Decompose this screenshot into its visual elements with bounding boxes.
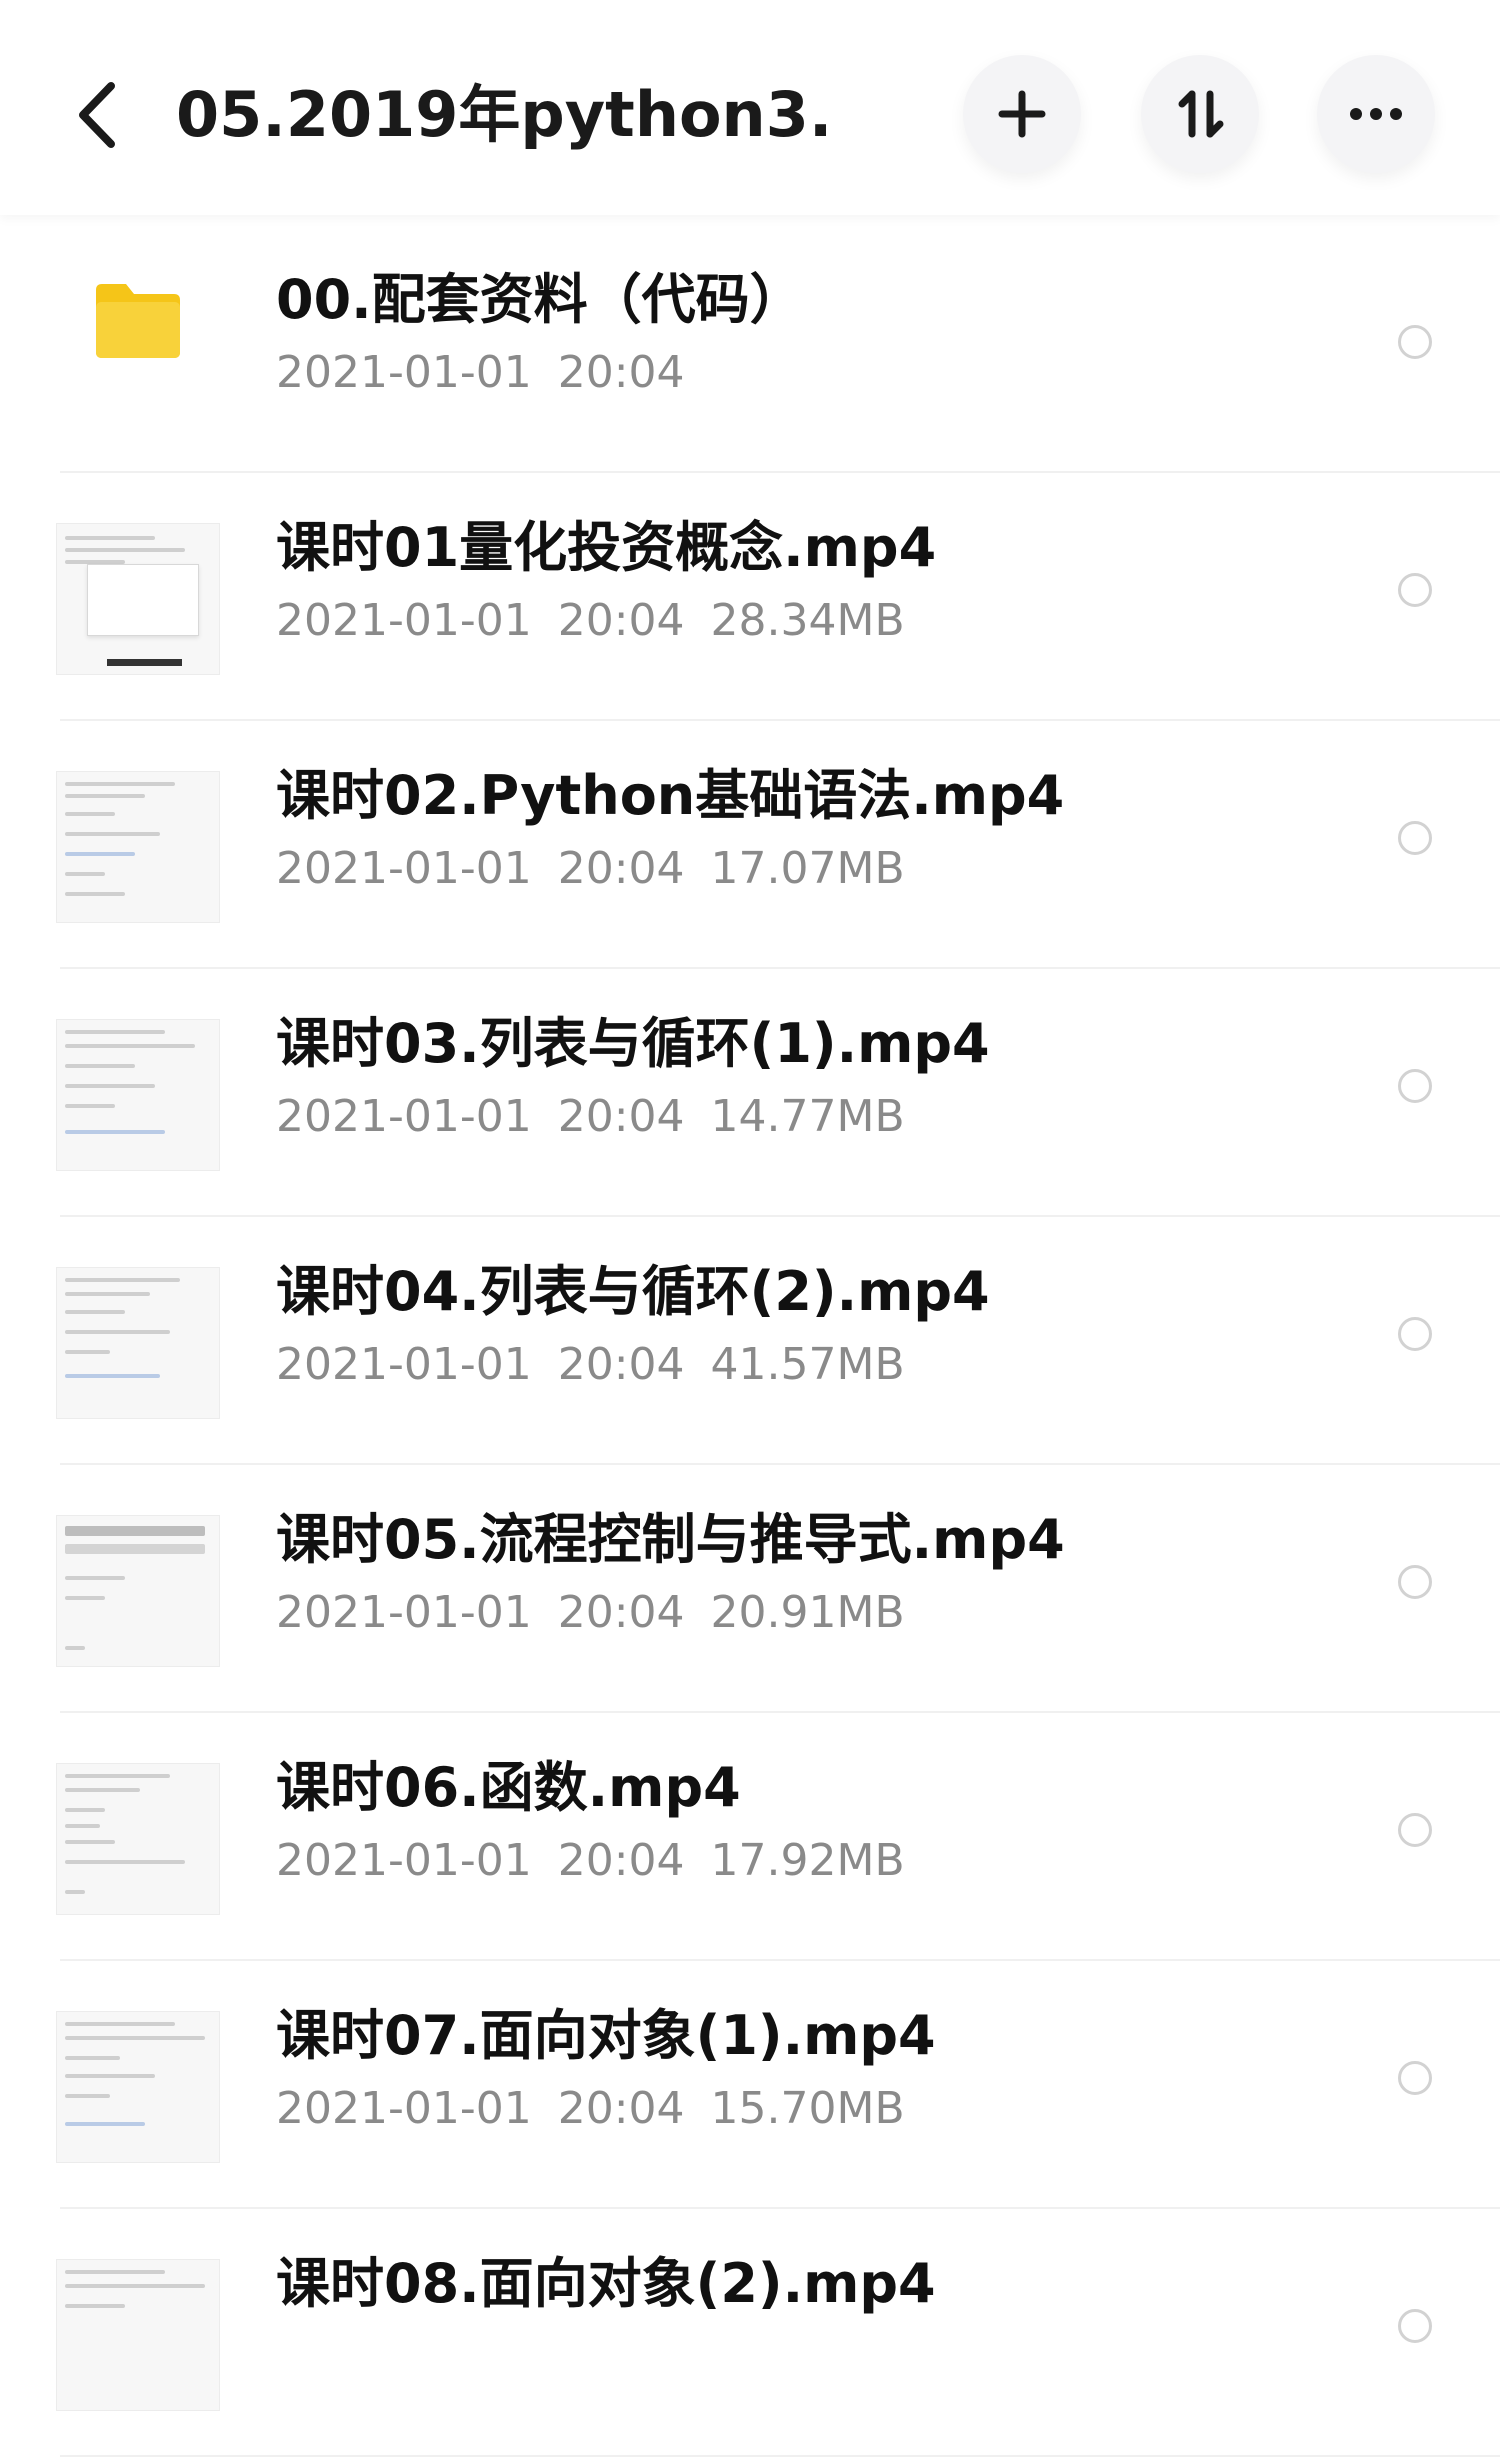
file-name: 课时08.面向对象(2).mp4: [276, 2252, 936, 2315]
file-date: 2021-01-01: [276, 1091, 532, 1142]
file-size: 20.91MB: [710, 1587, 905, 1638]
file-size: 17.07MB: [710, 843, 905, 894]
select-radio[interactable]: [1398, 821, 1432, 855]
file-meta: 2021-01-01 20:04 14.77MB: [276, 1087, 931, 1147]
list-item[interactable]: 00.配套资料（代码） 2021-01-01 20:04: [0, 225, 1500, 473]
file-meta: 2021-01-01 20:04 15.70MB: [276, 2079, 931, 2139]
file-date: 2021-01-01: [276, 595, 532, 646]
file-name: 课时06.函数.mp4: [276, 1756, 741, 1819]
select-radio[interactable]: [1398, 1813, 1432, 1847]
video-thumbnail: [56, 771, 220, 923]
select-radio[interactable]: [1398, 325, 1432, 359]
file-time: 20:04: [557, 347, 685, 398]
plus-icon: [998, 90, 1046, 138]
video-thumbnail: [56, 2259, 220, 2411]
video-thumbnail: [56, 1763, 220, 1915]
video-thumbnail: [56, 1515, 220, 1667]
sort-button[interactable]: [1141, 55, 1259, 173]
folder-icon: [96, 284, 180, 358]
select-radio[interactable]: [1398, 1565, 1432, 1599]
file-name: 课时03.列表与循环(1).mp4: [276, 1012, 990, 1075]
back-button[interactable]: [62, 70, 132, 160]
file-meta: 2021-01-01 20:04 20.91MB: [276, 1583, 931, 1643]
file-name: 课时01量化投资概念.mp4: [276, 516, 937, 579]
file-meta: 2021-01-01 20:04 41.57MB: [276, 1335, 931, 1395]
file-date: 2021-01-01: [276, 843, 532, 894]
file-time: 20:04: [557, 1091, 685, 1142]
video-thumbnail: [56, 1267, 220, 1419]
file-size: 17.92MB: [710, 1835, 905, 1886]
file-list: 00.配套资料（代码） 2021-01-01 20:04 课时01量化投资概念.m…: [0, 225, 1500, 2457]
file-size: 28.34MB: [710, 595, 905, 646]
select-radio[interactable]: [1398, 2309, 1432, 2343]
select-radio[interactable]: [1398, 573, 1432, 607]
sort-icon: [1178, 90, 1224, 138]
top-bar: 05.2019年python3....: [0, 0, 1500, 215]
list-item[interactable]: 课时08.面向对象(2).mp4: [0, 2209, 1500, 2457]
video-thumbnail: [56, 1019, 220, 1171]
file-time: 20:04: [557, 1339, 685, 1390]
folder-title: 05.2019年python3....: [176, 78, 826, 151]
file-date: 2021-01-01: [276, 1835, 532, 1886]
video-thumbnail: [56, 2011, 220, 2163]
file-time: 20:04: [557, 1587, 685, 1638]
list-item[interactable]: 课时06.函数.mp4 2021-01-01 20:04 17.92MB: [0, 1713, 1500, 1961]
file-date: 2021-01-01: [276, 1339, 532, 1390]
file-date: 2021-01-01: [276, 1587, 532, 1638]
file-time: 20:04: [557, 2083, 685, 2134]
file-meta: 2021-01-01 20:04 17.92MB: [276, 1831, 931, 1891]
file-size: 14.77MB: [710, 1091, 905, 1142]
back-arrow-icon: [79, 82, 115, 148]
more-dots-icon: [1350, 108, 1402, 120]
list-item[interactable]: 课时05.流程控制与推导式.mp4 2021-01-01 20:04 20.91MB: [0, 1465, 1500, 1713]
file-name: 00.配套资料（代码）: [276, 268, 804, 331]
file-size: 41.57MB: [710, 1339, 905, 1390]
file-meta: 2021-01-01 20:04 17.07MB: [276, 839, 931, 899]
list-item[interactable]: 课时07.面向对象(1).mp4 2021-01-01 20:04 15.70MB: [0, 1961, 1500, 2209]
list-item[interactable]: 课时03.列表与循环(1).mp4 2021-01-01 20:04 14.77MB: [0, 969, 1500, 1217]
more-button[interactable]: [1317, 55, 1435, 173]
select-radio[interactable]: [1398, 1317, 1432, 1351]
file-name: 课时02.Python基础语法.mp4: [276, 764, 1065, 827]
select-radio[interactable]: [1398, 2061, 1432, 2095]
file-date: 2021-01-01: [276, 2083, 532, 2134]
file-name: 课时04.列表与循环(2).mp4: [276, 1260, 990, 1323]
file-time: 20:04: [557, 1835, 685, 1886]
file-date: 2021-01-01: [276, 347, 532, 398]
select-radio[interactable]: [1398, 1069, 1432, 1103]
list-item[interactable]: 课时04.列表与循环(2).mp4 2021-01-01 20:04 41.57MB: [0, 1217, 1500, 1465]
file-time: 20:04: [557, 843, 685, 894]
file-time: 20:04: [557, 595, 685, 646]
file-meta: 2021-01-01 20:04 28.34MB: [276, 591, 931, 651]
video-thumbnail: [56, 523, 220, 675]
file-meta: 2021-01-01 20:04: [276, 343, 711, 403]
add-button[interactable]: [963, 55, 1081, 173]
list-item[interactable]: 课时02.Python基础语法.mp4 2021-01-01 20:04 17.07…: [0, 721, 1500, 969]
file-name: 课时05.流程控制与推导式.mp4: [276, 1508, 1065, 1571]
file-name: 课时07.面向对象(1).mp4: [276, 2004, 936, 2067]
list-item[interactable]: 课时01量化投资概念.mp4 2021-01-01 20:04 28.34MB: [0, 473, 1500, 721]
file-size: 15.70MB: [710, 2083, 905, 2134]
